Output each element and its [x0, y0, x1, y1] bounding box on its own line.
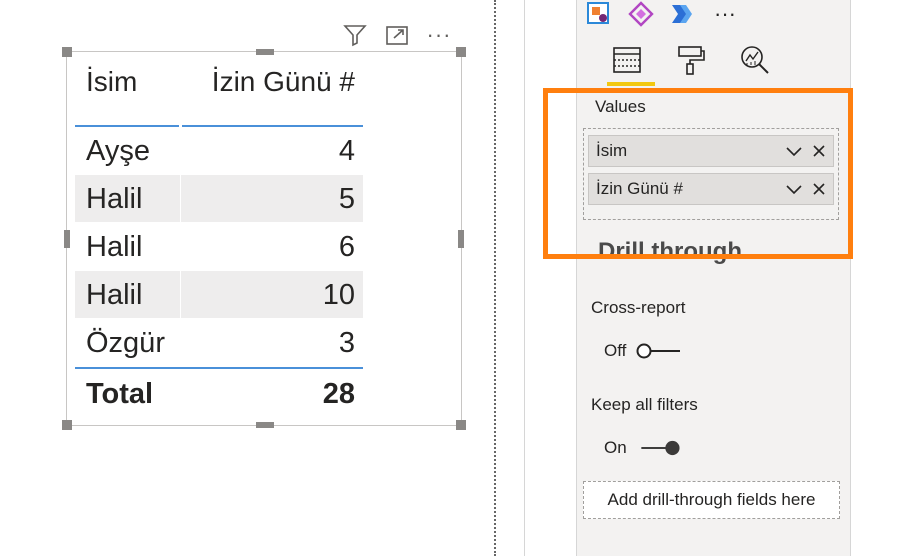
collapsed-pane-strip-inner [525, 0, 577, 556]
cell-days: 6 [338, 231, 355, 263]
format-tab[interactable] [671, 40, 711, 80]
table-row[interactable]: Halil 6 [75, 223, 363, 271]
table-row[interactable]: Halil 10 [75, 271, 363, 319]
focus-mode-icon[interactable] [384, 22, 410, 48]
drill-through-heading: Drill through [598, 238, 742, 265]
resize-handle-right[interactable] [458, 230, 464, 248]
field-pill-label: İsim [596, 141, 628, 160]
filter-icon[interactable] [342, 22, 368, 48]
fields-tab[interactable] [607, 40, 655, 86]
cross-report-toggle[interactable]: Off [604, 341, 682, 361]
fields-pane-edge [850, 0, 900, 556]
cell-days: 10 [322, 279, 355, 311]
table-row[interactable]: Halil 5 [75, 175, 363, 223]
power-automate-icon[interactable] [627, 0, 655, 28]
chevron-down-icon[interactable] [783, 140, 805, 162]
close-icon[interactable] [808, 178, 830, 200]
visual-header: ··· [342, 22, 452, 48]
cell-name: Özgür [75, 319, 181, 366]
resize-handle-tr[interactable] [456, 47, 466, 57]
data-table: İsim İzin Günü # Ayşe 4 Halil 5 Halil 6 … [75, 52, 363, 419]
keep-filters-toggle[interactable]: On [604, 438, 683, 458]
cell-days: 3 [338, 327, 355, 359]
cell-name: Halil [75, 223, 181, 270]
cell-name: Ayşe [75, 127, 181, 174]
values-field-well[interactable]: İsim İzin Günü # [583, 128, 839, 220]
keep-filters-label: Keep all filters [591, 395, 698, 414]
collapsed-pane-strip [496, 0, 525, 556]
table-total-row: Total 28 [75, 369, 363, 419]
total-label: Total [86, 378, 154, 410]
toggle-state-label: On [604, 438, 627, 457]
field-pill-isim[interactable]: İsim [588, 135, 834, 167]
field-pill-label: İzin Günü # [596, 179, 683, 198]
field-pill-izin-gunu[interactable]: İzin Günü # [588, 173, 834, 205]
resize-handle-bottom[interactable] [256, 422, 274, 428]
close-icon[interactable] [808, 140, 830, 162]
toggle-off-icon[interactable] [636, 343, 682, 359]
drill-through-drop-zone[interactable]: Add drill-through fields here [583, 481, 840, 519]
cell-name: Halil [75, 175, 181, 222]
cell-days: 5 [338, 183, 355, 215]
more-visuals-icon[interactable] [669, 0, 697, 28]
visualizations-pane: ··· Values İsim İzin Günü # Drill throug… [577, 0, 850, 556]
column-header-days[interactable]: İzin Günü # [212, 66, 355, 98]
total-value: 28 [322, 378, 355, 410]
chevron-down-icon[interactable] [783, 178, 805, 200]
table-row[interactable]: Ayşe 4 [75, 127, 363, 175]
cell-days: 4 [338, 135, 355, 167]
resize-handle-left[interactable] [64, 230, 70, 248]
toggle-on-icon[interactable] [637, 440, 683, 456]
cross-report-label: Cross-report [591, 298, 686, 317]
powerapps-icon[interactable] [585, 0, 613, 28]
pane-tabs [607, 40, 775, 86]
table-header: İsim İzin Günü # [75, 52, 363, 127]
more-options-icon[interactable]: ··· [711, 0, 739, 28]
table-row[interactable]: Özgür 3 [75, 319, 363, 367]
values-label: Values [595, 97, 646, 116]
more-options-icon[interactable]: ··· [426, 22, 452, 48]
resize-handle-br[interactable] [456, 420, 466, 430]
analytics-tab[interactable] [735, 40, 775, 80]
visual-gallery-row: ··· [585, 0, 739, 28]
toggle-state-label: Off [604, 341, 627, 360]
resize-handle-tl[interactable] [62, 47, 72, 57]
report-canvas: ··· İsim İzin Günü # Ayşe 4 Halil 5 Hali… [0, 0, 494, 556]
column-header-name[interactable]: İsim [86, 66, 137, 98]
table-visual[interactable]: İsim İzin Günü # Ayşe 4 Halil 5 Halil 6 … [62, 47, 466, 430]
cell-name: Halil [75, 271, 181, 318]
resize-handle-bl[interactable] [62, 420, 72, 430]
